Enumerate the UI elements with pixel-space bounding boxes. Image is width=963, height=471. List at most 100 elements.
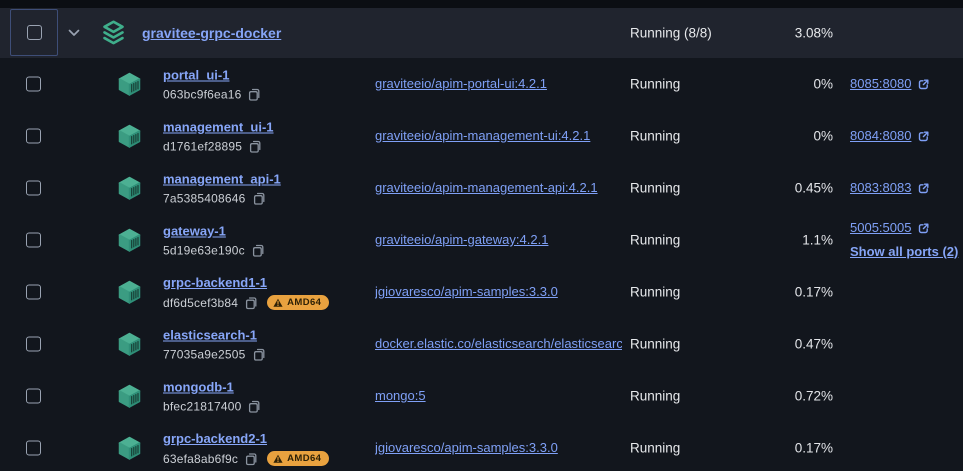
platform-badge: AMD64	[267, 295, 329, 310]
row-checkbox[interactable]	[26, 129, 41, 144]
container-icon	[117, 228, 142, 252]
row-checkbox[interactable]	[26, 285, 41, 300]
ports-cell: 8084:8080	[850, 124, 930, 148]
image-link[interactable]: graviteeio/apim-management-ui:4.2.1	[375, 128, 590, 143]
container-row: portal_ui-1 063bc9f6ea16 graviteeio/apim…	[0, 58, 963, 110]
port-link[interactable]: 8084:8080	[850, 124, 911, 148]
container-id: 7a5385408646	[163, 192, 246, 206]
copy-icon[interactable]	[247, 400, 261, 414]
name-cell: gateway-1 5d19e63e190c	[163, 223, 265, 258]
image-link[interactable]: mongo:5	[375, 388, 426, 403]
compose-group-row: gravitee-grpc-docker Running (8/8) 3.08%	[0, 8, 963, 58]
containers-table: gravitee-grpc-docker Running (8/8) 3.08%	[0, 0, 963, 471]
ports-cell: 5005:5005 Show all ports (2)	[850, 216, 958, 264]
container-id: 63efa8ab6f9c	[163, 452, 238, 466]
image-cell: jgiovaresco/apim-samples:3.3.0	[375, 439, 622, 457]
container-status: Running	[630, 181, 680, 196]
image-cell: graviteeio/apim-management-ui:4.2.1	[375, 127, 622, 145]
container-id: 77035a9e2505	[163, 348, 246, 362]
container-name-link[interactable]: management_ui-1	[163, 120, 274, 136]
container-icon	[117, 280, 142, 304]
port-line: 5005:5005	[850, 216, 958, 240]
cpu-usage: 0%	[733, 77, 833, 92]
ports-cell: 8083:8083	[850, 176, 930, 200]
compose-group-name-link[interactable]: gravitee-grpc-docker	[142, 25, 281, 41]
chevron-down-icon[interactable]	[67, 26, 81, 40]
image-link[interactable]: graviteeio/apim-management-api:4.2.1	[375, 180, 598, 195]
name-cell: elasticsearch-1 77035a9e2505	[163, 327, 266, 362]
copy-icon[interactable]	[244, 452, 258, 466]
copy-icon[interactable]	[247, 88, 261, 102]
name-cell: management_ui-1 d1761ef28895	[163, 119, 274, 154]
container-name-link[interactable]: grpc-backend2-1	[163, 431, 267, 447]
copy-icon[interactable]	[244, 296, 258, 310]
row-checkbox[interactable]	[26, 337, 41, 352]
table-top-divider	[0, 0, 963, 8]
row-checkbox[interactable]	[26, 389, 41, 404]
container-status: Running	[630, 441, 680, 456]
platform-badge-label: AMD64	[287, 453, 321, 464]
container-name-link[interactable]: grpc-backend1-1	[163, 275, 267, 291]
name-cell: mongodb-1 bfec21817400	[163, 379, 261, 414]
name-cell: management_api-1 7a5385408646	[163, 171, 281, 206]
copy-icon[interactable]	[252, 348, 266, 362]
name-cell: portal_ui-1 063bc9f6ea16	[163, 67, 261, 102]
image-link[interactable]: docker.elastic.co/elasticsearch/elastics…	[375, 336, 622, 351]
cpu-usage: 1.1%	[733, 233, 833, 248]
container-icon	[117, 124, 142, 148]
container-name-link[interactable]: gateway-1	[163, 224, 226, 240]
group-checkbox-cell	[10, 9, 58, 56]
row-checkbox[interactable]	[26, 77, 41, 92]
container-row: grpc-backend1-1 df6d5cef3b84 AMD64	[0, 266, 963, 318]
container-id: bfec21817400	[163, 400, 241, 414]
row-checkbox[interactable]	[26, 233, 41, 248]
container-name-link[interactable]: portal_ui-1	[163, 68, 229, 84]
container-rows: portal_ui-1 063bc9f6ea16 graviteeio/apim…	[0, 58, 963, 471]
port-line: 8083:8083	[850, 176, 930, 200]
warning-icon	[273, 454, 283, 464]
warning-icon	[273, 298, 283, 308]
group-checkbox[interactable]	[27, 25, 42, 40]
port-link[interactable]: 5005:5005	[850, 216, 911, 240]
external-link-icon	[917, 130, 930, 143]
platform-badge-label: AMD64	[287, 297, 321, 308]
container-row: management_ui-1 d1761ef28895 graviteeio/…	[0, 110, 963, 162]
row-checkbox[interactable]	[26, 181, 41, 196]
name-cell: grpc-backend2-1 63efa8ab6f9c AMD64	[163, 430, 329, 466]
image-link[interactable]: graviteeio/apim-portal-ui:4.2.1	[375, 76, 547, 91]
container-name-link[interactable]: management_api-1	[163, 172, 281, 188]
container-status: Running	[630, 389, 680, 404]
container-row: grpc-backend2-1 63efa8ab6f9c AMD64	[0, 422, 963, 471]
container-name-link[interactable]: mongodb-1	[163, 380, 234, 396]
compose-stack-icon	[100, 20, 127, 47]
platform-badge: AMD64	[267, 451, 329, 466]
image-link[interactable]: jgiovaresco/apim-samples:3.3.0	[375, 284, 558, 299]
row-checkbox[interactable]	[26, 441, 41, 456]
cpu-usage: 0%	[733, 129, 833, 144]
show-all-ports-link[interactable]: Show all ports (2)	[850, 240, 958, 264]
cpu-usage: 0.17%	[733, 285, 833, 300]
image-link[interactable]: jgiovaresco/apim-samples:3.3.0	[375, 440, 558, 455]
image-cell: docker.elastic.co/elasticsearch/elastics…	[375, 335, 622, 353]
container-id: 5d19e63e190c	[163, 244, 245, 258]
port-link[interactable]: 8085:8080	[850, 72, 911, 96]
container-icon	[117, 384, 142, 408]
image-cell: graviteeio/apim-gateway:4.2.1	[375, 231, 622, 249]
container-row: mongodb-1 bfec21817400 mongo:5 Running 0…	[0, 370, 963, 422]
port-link[interactable]: 8083:8083	[850, 176, 911, 200]
external-link-icon	[917, 182, 930, 195]
image-link[interactable]: graviteeio/apim-gateway:4.2.1	[375, 232, 548, 247]
copy-icon[interactable]	[252, 192, 266, 206]
external-link-icon	[917, 222, 930, 235]
copy-icon[interactable]	[248, 140, 262, 154]
container-icon	[117, 436, 142, 460]
container-status: Running	[630, 337, 680, 352]
container-status: Running	[630, 129, 680, 144]
name-cell: grpc-backend1-1 df6d5cef3b84 AMD64	[163, 274, 329, 310]
external-link-icon	[917, 78, 930, 91]
container-name-link[interactable]: elasticsearch-1	[163, 328, 257, 344]
container-id: 063bc9f6ea16	[163, 88, 241, 102]
ports-cell: 8085:8080	[850, 72, 930, 96]
copy-icon[interactable]	[251, 244, 265, 258]
container-id: d1761ef28895	[163, 140, 242, 154]
